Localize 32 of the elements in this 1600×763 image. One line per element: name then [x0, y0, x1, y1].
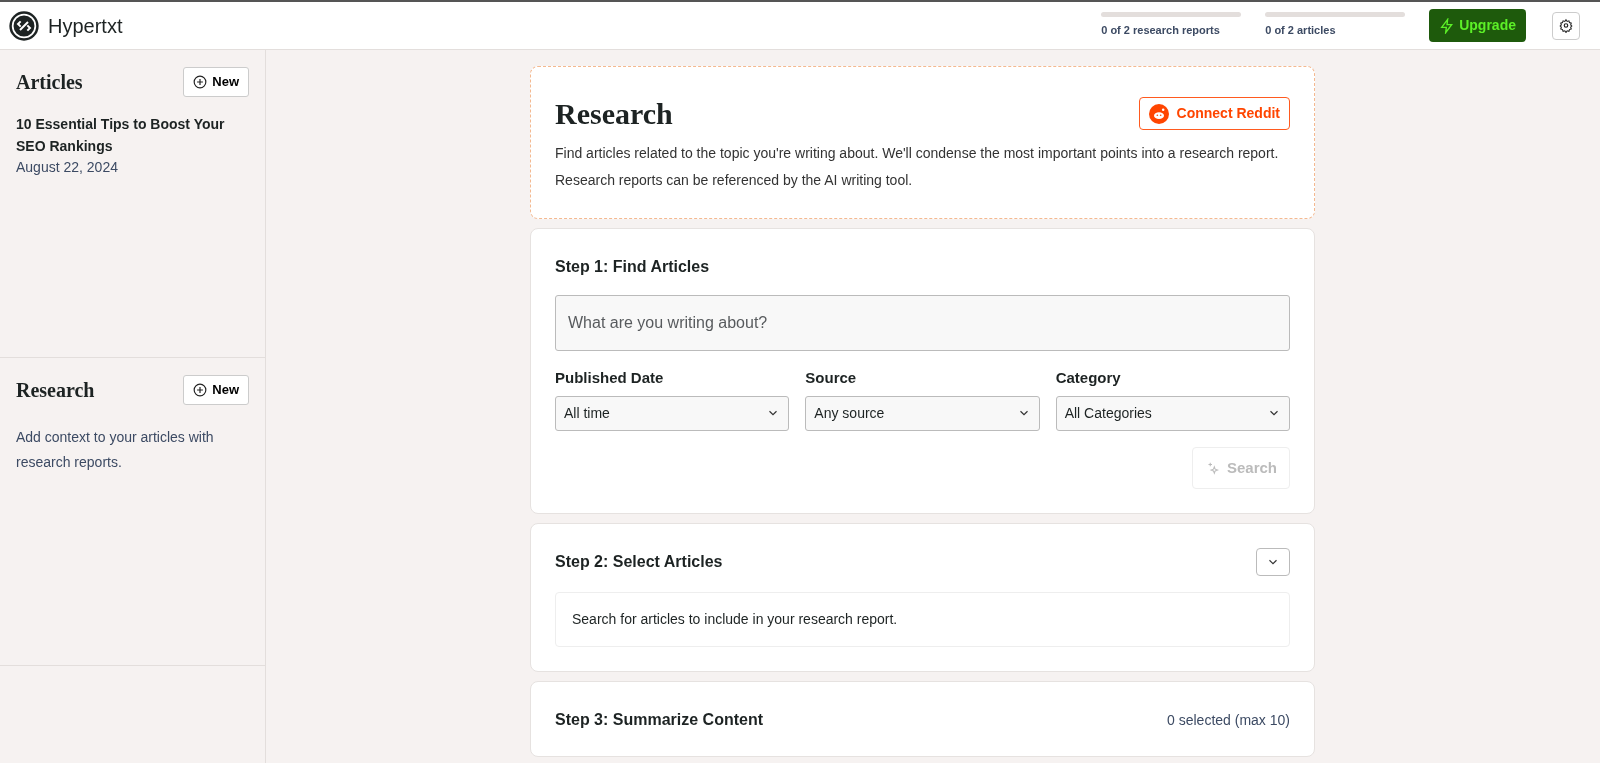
- brand-name: Hypertxt: [48, 13, 123, 39]
- filter-dropdown[interactable]: All time: [555, 395, 790, 431]
- article-title[interactable]: 10 Essential Tips to Boost Your SEO Rankings: [16, 113, 249, 157]
- reddit-icon: [1148, 103, 1169, 124]
- new-button[interactable]: New: [183, 375, 249, 405]
- lightning-icon: [1439, 17, 1456, 34]
- usage-label: 0 of 2 research reports: [1101, 23, 1221, 39]
- step-heading: Step 3: Summarize Content: [555, 710, 764, 730]
- intro-text: Find articles related to the topic you're writing about. We'll condense the most important points into a research report. Research reports can be referenced by the AI writing tool.: [555, 144, 1280, 190]
- filter-dropdown[interactable]: Any source: [805, 395, 1040, 431]
- plus-icon: [193, 75, 208, 89]
- plus-icon: [193, 383, 208, 397]
- settings-button[interactable]: [1552, 11, 1580, 40]
- usage-label: 0 of 2 articles: [1265, 23, 1337, 39]
- empty-text: Add context to your articles with research reports.: [16, 428, 215, 472]
- filter-label: Published Date: [555, 368, 665, 388]
- logo-icon: [8, 9, 40, 42]
- settings-icon: [1559, 18, 1573, 33]
- new-button[interactable]: New: [183, 67, 249, 97]
- step-heading: Step 2: Select Articles: [555, 552, 723, 572]
- filter-label: Source: [805, 368, 858, 388]
- selection-count: 0 selected (max 10): [1167, 710, 1290, 730]
- section-heading: Research: [16, 378, 95, 403]
- filter-dropdown[interactable]: All Categories: [1055, 395, 1290, 431]
- empty-state-message: Search for articles to include in your research report.: [555, 592, 1290, 647]
- filter-label: Category: [1055, 368, 1122, 388]
- upgrade-button[interactable]: Upgrade: [1429, 9, 1526, 42]
- step-heading: Step 1: Find Articles: [555, 257, 711, 277]
- section-heading: Articles: [16, 70, 83, 95]
- page-title: Research: [555, 96, 673, 132]
- article-date: August 22, 2024: [16, 158, 119, 177]
- topic-input[interactable]: What are you writing about?: [555, 295, 1290, 351]
